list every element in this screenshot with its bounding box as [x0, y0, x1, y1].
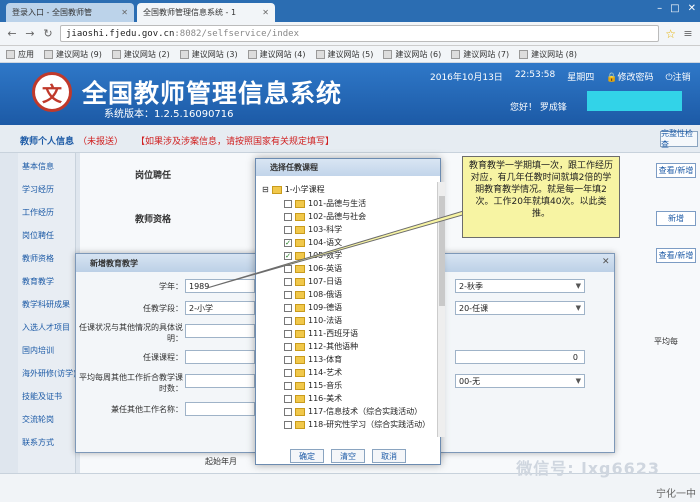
wechat-watermark: 微信号: lxg6623 — [516, 459, 660, 478]
callout-pointer — [206, 199, 516, 289]
school-watermark: 宁化一中 — [656, 489, 696, 500]
annotation-callout: 教育教学一学期填一次，跟工作经历对应，有几年任教时间就填2倍的学期教育教学情况。… — [462, 156, 620, 238]
